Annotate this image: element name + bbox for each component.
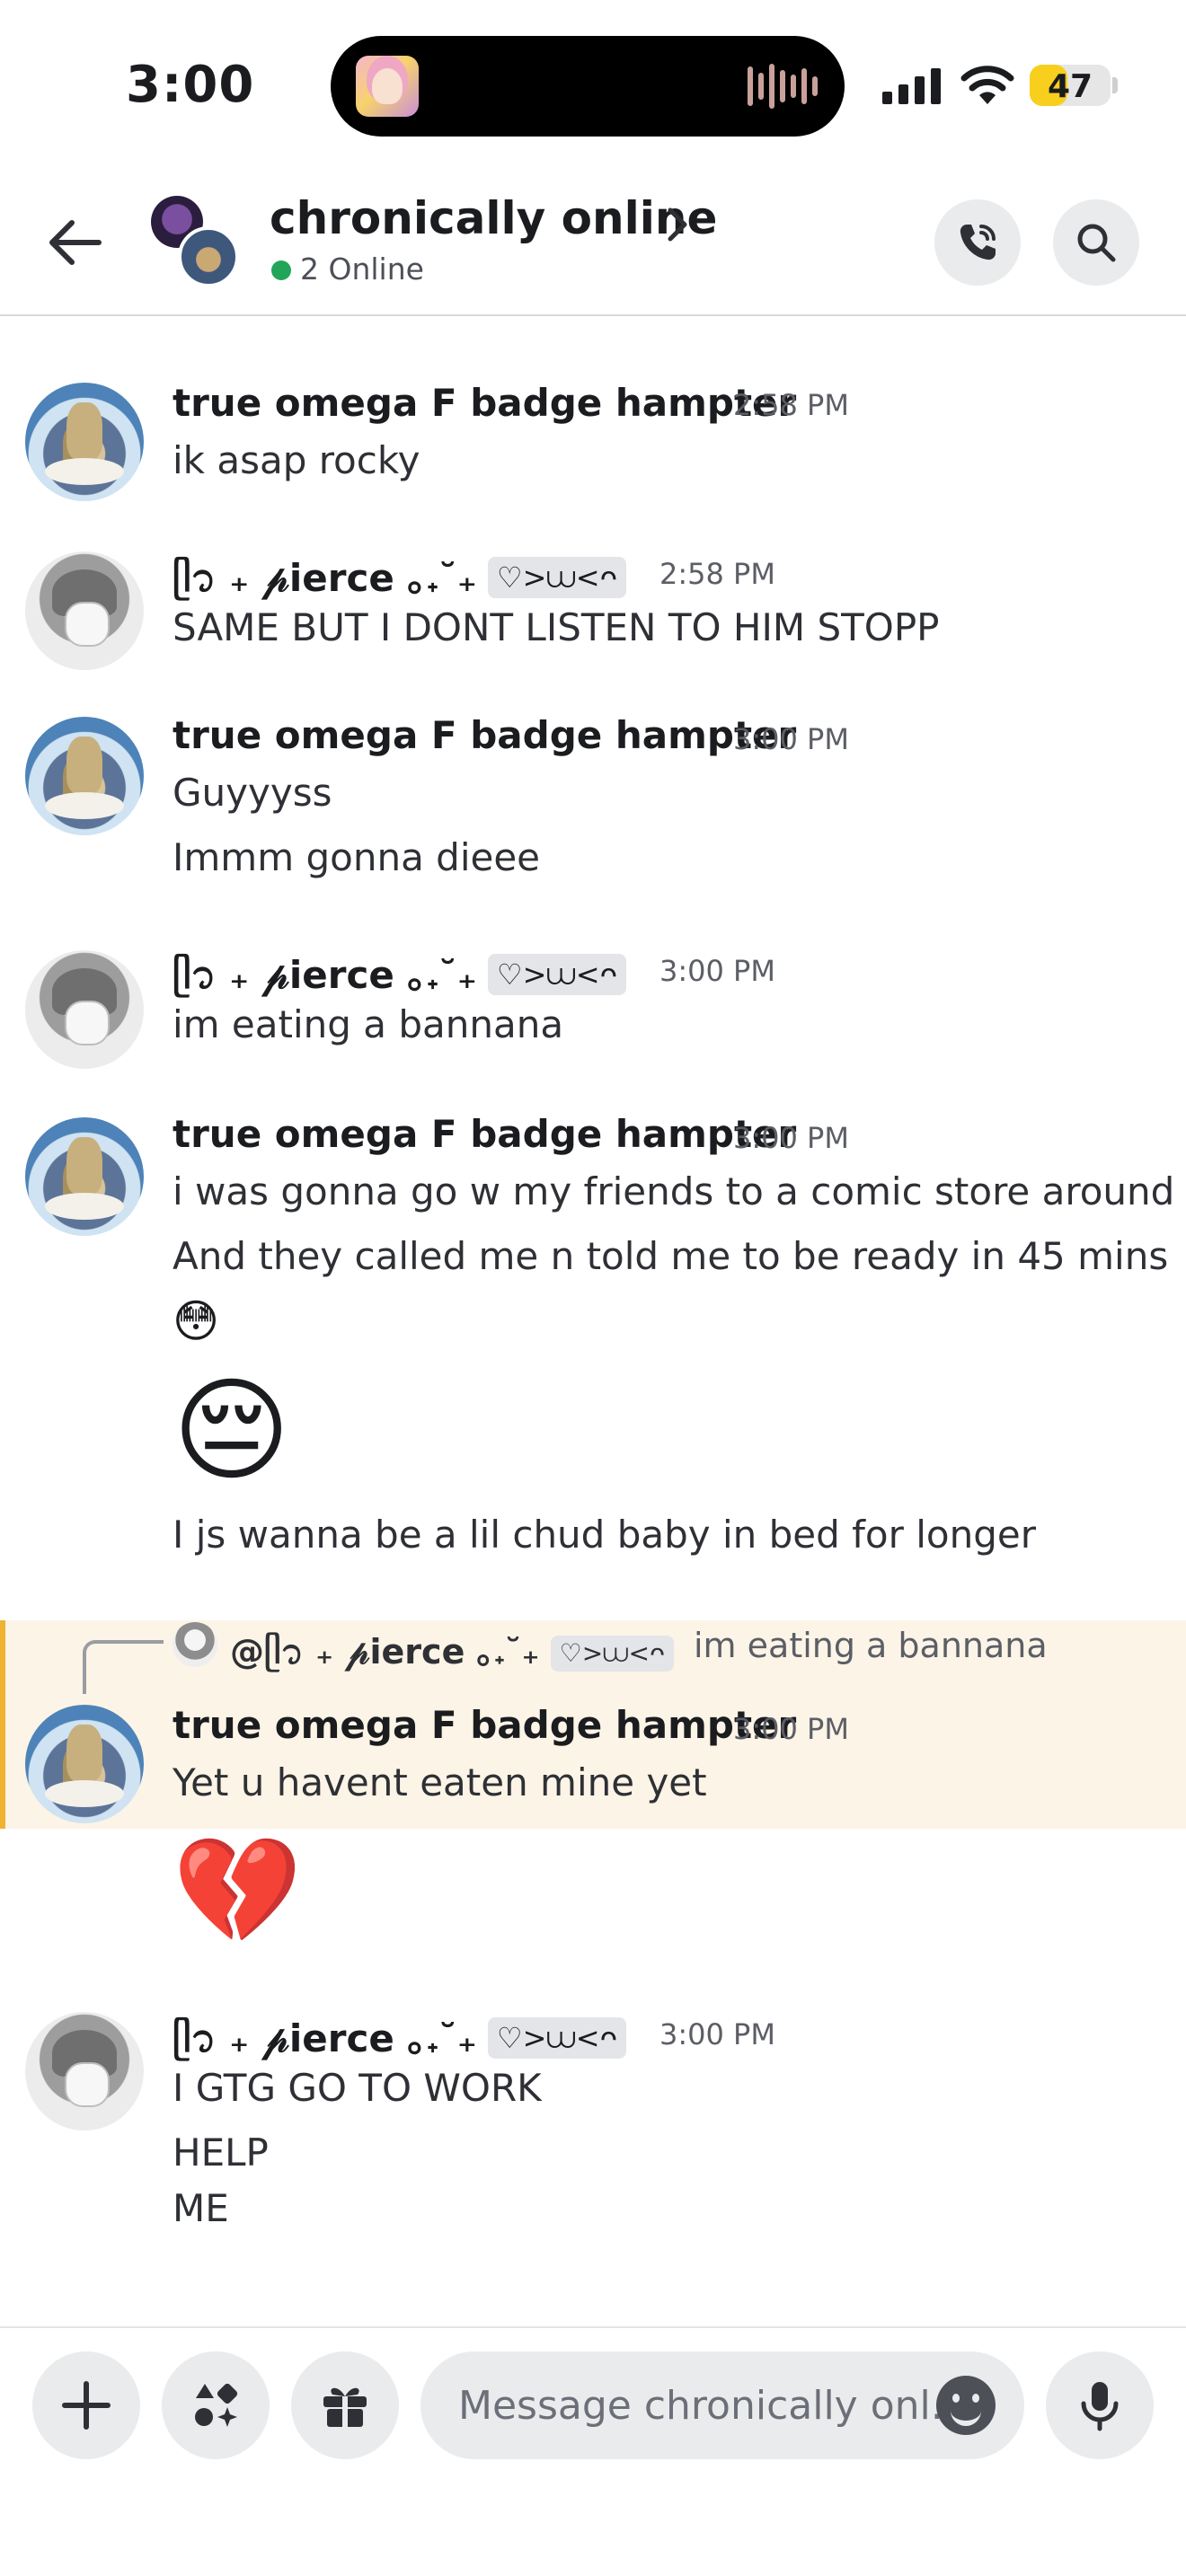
author-name-text: ᥫ᭡ ₊ 𝓅ierce ｡𝅄˘₊	[173, 2016, 477, 2060]
message-text: i was gonna go w my friends to a comic s…	[173, 1169, 1186, 1213]
message-text: HELP	[173, 2130, 269, 2175]
battery-percent: 47	[1047, 68, 1093, 105]
group-avatar-secondary	[178, 226, 239, 287]
emoji-icon[interactable]	[936, 2376, 996, 2435]
message-text: Immm gonna dieee	[173, 835, 541, 879]
author-name[interactable]: true omega F badge hampter	[173, 713, 796, 757]
apps-icon	[195, 2383, 238, 2427]
chevron-right-icon[interactable]	[661, 203, 694, 246]
role-tag[interactable]: ♡>⩊<ᴖ	[487, 2017, 627, 2059]
dynamic-island[interactable]	[331, 36, 845, 137]
message-emoji: 😳	[173, 1295, 220, 1347]
message-list[interactable]: true omega F badge hampter 2:58 PM ik as…	[0, 318, 1186, 2325]
author-name-text: ᥫ᭡ ₊ 𝓅ierce ｡𝅄˘₊	[173, 953, 477, 997]
online-indicator	[271, 260, 291, 280]
timestamp: 3:00 PM	[659, 954, 775, 988]
battery-icon: 47	[1030, 65, 1111, 106]
role-tag[interactable]: ♡>⩊<ᴖ	[487, 557, 627, 598]
message-text: I js wanna be a lil chud baby in bed for…	[173, 1513, 1036, 1557]
gift-icon	[323, 2387, 367, 2427]
mention-highlight-bar	[0, 1620, 5, 1829]
reply-author[interactable]: @ᥫ᭡ ₊ 𝓅ierce ｡𝅄˘₊ ♡>⩊<ᴖ	[230, 1624, 675, 1689]
message-composer	[0, 2326, 1186, 2576]
author-name[interactable]: true omega F badge hampter	[173, 1703, 796, 1747]
apps-button[interactable]	[162, 2351, 270, 2459]
timestamp: 3:00 PM	[659, 2017, 775, 2051]
message-text: im eating a bannana	[173, 1002, 564, 1046]
avatar[interactable]	[25, 1705, 144, 1823]
author-name-text: ᥫ᭡ ₊ 𝓅ierce ｡𝅄˘₊	[173, 556, 477, 600]
cellular-signal-icon	[882, 66, 941, 104]
message-text: I GTG GO TO WORK	[173, 2066, 542, 2110]
message-jumbo-emoji: 😔	[173, 1364, 291, 1496]
search-button[interactable]	[1053, 199, 1139, 286]
call-button[interactable]	[934, 199, 1021, 286]
author-name[interactable]: true omega F badge hampter	[173, 1112, 796, 1156]
channel-header: chronically online 2 Online	[0, 171, 1186, 316]
reply-avatar	[173, 1622, 217, 1667]
timestamp: 3:00 PM	[733, 1712, 849, 1746]
reply-role-tag: ♡>⩊<ᴖ	[550, 1636, 675, 1672]
phone-call-icon	[960, 225, 996, 260]
reply-preview-text[interactable]: im eating a bannana	[694, 1626, 1048, 1665]
message-text: ME	[173, 2186, 229, 2230]
avatar[interactable]	[25, 950, 144, 1069]
audio-waveform-icon	[748, 63, 818, 110]
timestamp: 2:58 PM	[659, 557, 775, 591]
online-count: 2 Online	[300, 251, 424, 287]
channel-title[interactable]: chronically online	[270, 192, 717, 244]
avatar[interactable]	[25, 717, 144, 835]
microphone-icon	[1081, 2382, 1119, 2431]
now-playing-artwork	[356, 56, 419, 117]
timestamp: 3:00 PM	[733, 1121, 849, 1155]
clock: 3:00	[126, 56, 255, 114]
avatar[interactable]	[25, 1117, 144, 1236]
reply-author-text: @ᥫ᭡ ₊ 𝓅ierce ｡𝅄˘₊	[230, 1632, 540, 1672]
wifi-icon	[960, 66, 1014, 104]
author-name[interactable]: true omega F badge hampter	[173, 381, 796, 425]
message-text: And they called me n told me to be ready…	[173, 1234, 1169, 1278]
voice-message-button[interactable]	[1046, 2351, 1154, 2459]
message-text: Yet u havent eaten mine yet	[173, 1760, 707, 1804]
gift-button[interactable]	[291, 2351, 399, 2459]
plus-icon	[62, 2381, 111, 2430]
chat-screen: 3:00 47 chronically online 2 Online true…	[0, 0, 1186, 2576]
avatar[interactable]	[25, 383, 144, 501]
timestamp: 3:00 PM	[733, 722, 849, 756]
battery-nub	[1112, 77, 1118, 93]
role-tag[interactable]: ♡>⩊<ᴖ	[487, 954, 627, 995]
avatar[interactable]	[25, 551, 144, 670]
message-text: ik asap rocky	[173, 438, 420, 482]
message-input-wrapper	[420, 2351, 1024, 2459]
status-bar: 3:00 47	[0, 0, 1186, 171]
message-text: SAME BUT I DONT LISTEN TO HIM STOPP	[173, 605, 940, 649]
message-jumbo-emoji: 💔	[173, 1831, 303, 1952]
message-input[interactable]	[458, 2377, 943, 2434]
reply-connector	[83, 1640, 164, 1694]
search-icon	[1077, 224, 1116, 262]
timestamp: 2:58 PM	[733, 388, 849, 422]
avatar[interactable]	[25, 2012, 144, 2130]
back-arrow-icon[interactable]	[40, 207, 111, 278]
message-text: Guyyyss	[173, 771, 332, 815]
add-attachment-button[interactable]	[32, 2351, 140, 2459]
